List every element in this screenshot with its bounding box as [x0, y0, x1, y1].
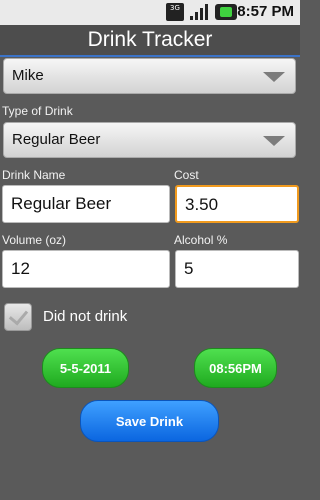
save-drink-button[interactable]: Save Drink	[80, 400, 219, 442]
drink-type-label: Type of Drink	[2, 104, 73, 118]
volume-value: 12	[11, 259, 30, 278]
time-button[interactable]: 08:56PM	[194, 348, 277, 388]
volume-label: Volume (oz)	[2, 233, 67, 247]
signal-icon	[190, 4, 208, 20]
title-divider	[0, 55, 300, 57]
volume-field[interactable]: 12	[2, 250, 170, 288]
drink-type-select[interactable]: Regular Beer	[3, 122, 296, 158]
cost-field[interactable]: 3.50	[175, 185, 299, 223]
status-bar: 3G 8:57 PM	[0, 0, 300, 25]
network-3g-icon: 3G	[166, 3, 184, 21]
did-not-drink-label: Did not drink	[43, 308, 128, 325]
cost-label: Cost	[174, 168, 199, 182]
dropdown-arrow-icon	[263, 136, 285, 146]
battery-icon	[215, 4, 237, 20]
person-select[interactable]: Mike	[3, 58, 296, 94]
did-not-drink-checkbox[interactable]	[4, 303, 32, 331]
person-select-value: Mike	[12, 67, 44, 84]
dropdown-arrow-icon	[263, 72, 285, 82]
checkmark-icon	[8, 305, 29, 326]
date-button[interactable]: 5-5-2011	[42, 348, 129, 388]
alcohol-field[interactable]: 5	[175, 250, 299, 288]
drink-name-field[interactable]: Regular Beer	[2, 185, 170, 223]
drink-name-label: Drink Name	[2, 168, 66, 182]
app-title: Drink Tracker	[87, 28, 213, 51]
drink-name-value: Regular Beer	[11, 194, 112, 213]
alcohol-value: 5	[184, 259, 194, 278]
title-bar: Drink Tracker	[0, 25, 300, 55]
cost-value: 3.50	[185, 195, 219, 214]
status-time: 8:57 PM	[237, 3, 294, 20]
alcohol-label: Alcohol %	[174, 233, 228, 247]
drink-type-value: Regular Beer	[12, 131, 101, 148]
